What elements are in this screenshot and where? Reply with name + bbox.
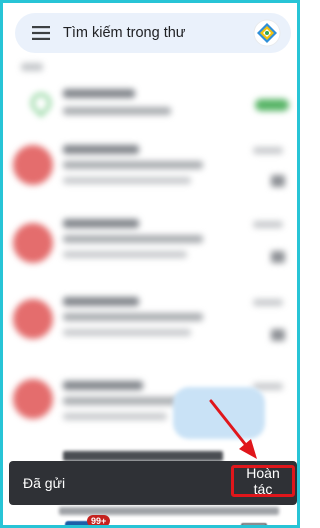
list-item-partial bbox=[63, 451, 223, 461]
avatar bbox=[13, 85, 56, 125]
list-item-partial bbox=[59, 507, 279, 515]
avatar bbox=[13, 145, 53, 185]
list-item[interactable] bbox=[3, 287, 297, 367]
avatar bbox=[13, 379, 53, 419]
account-avatar-icon[interactable] bbox=[253, 19, 281, 47]
bottom-nav: 99+ bbox=[3, 515, 297, 525]
search-bar[interactable]: Tìm kiếm trong thư bbox=[15, 13, 291, 53]
avatar bbox=[13, 223, 53, 263]
section-label bbox=[21, 63, 43, 71]
avatar bbox=[13, 299, 53, 339]
app-frame: Tìm kiếm trong thư Đã gửi Hoàn tác 99+ bbox=[0, 0, 300, 528]
menu-icon[interactable] bbox=[21, 13, 61, 53]
star-icon[interactable] bbox=[271, 175, 285, 187]
list-item[interactable] bbox=[3, 211, 297, 287]
snackbar-message: Đã gửi bbox=[23, 475, 66, 491]
undo-button[interactable]: Hoàn tác bbox=[231, 465, 295, 497]
list-item[interactable] bbox=[3, 79, 297, 139]
video-icon[interactable] bbox=[241, 523, 267, 525]
status-badge bbox=[255, 99, 289, 111]
search-input[interactable]: Tìm kiếm trong thư bbox=[63, 25, 253, 41]
snackbar: Đã gửi Hoàn tác bbox=[9, 461, 297, 505]
list-item[interactable] bbox=[3, 137, 297, 211]
star-icon[interactable] bbox=[271, 251, 285, 263]
compose-button[interactable] bbox=[173, 387, 265, 439]
phone-icon bbox=[26, 88, 56, 118]
star-icon[interactable] bbox=[271, 329, 285, 341]
unread-badge: 99+ bbox=[87, 515, 111, 525]
